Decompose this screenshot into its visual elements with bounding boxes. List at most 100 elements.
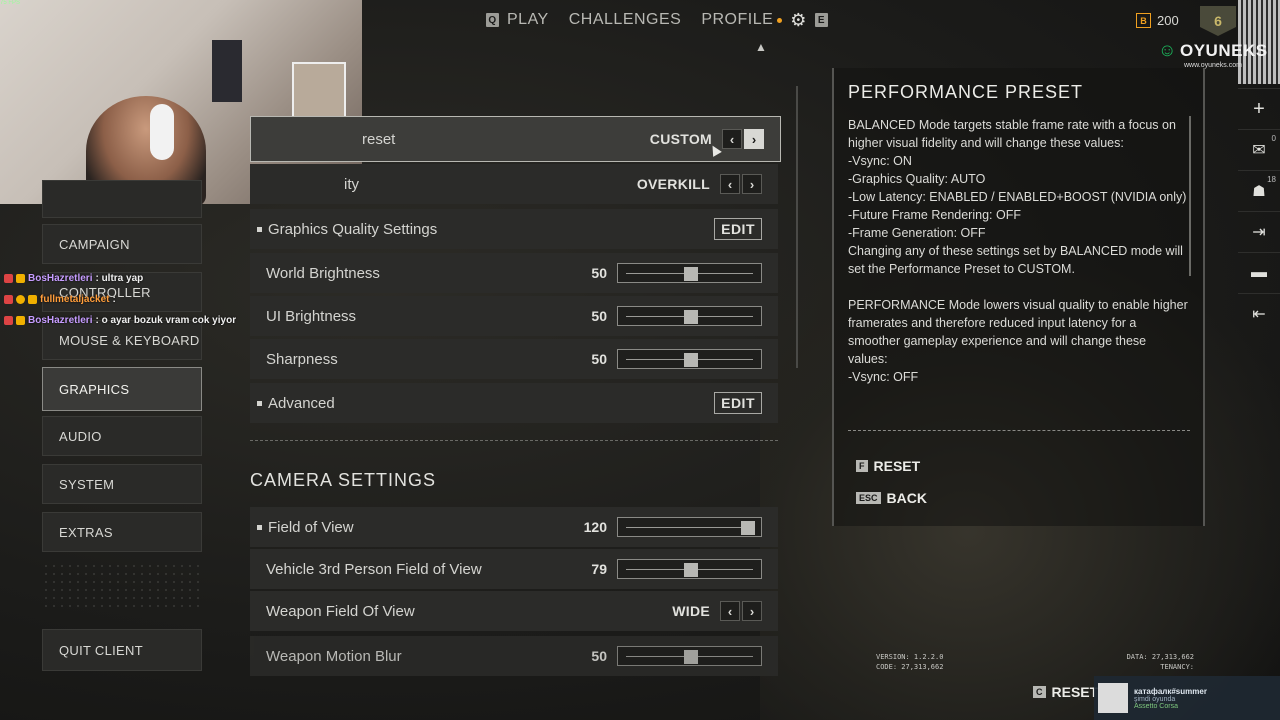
bits-badge-icon — [16, 295, 25, 304]
sub-badge-icon — [16, 316, 25, 325]
plus-icon: + — [1253, 97, 1265, 120]
row-label: UI Brightness — [266, 307, 357, 325]
slider-knob[interactable] — [683, 353, 698, 367]
menu-item-graphics[interactable]: GRAPHICS — [42, 367, 202, 411]
weapon-motion-blur-slider[interactable] — [617, 646, 762, 666]
vehicle-fov-row[interactable]: Vehicle 3rd Person Field of View 79 — [250, 549, 778, 589]
advanced-row[interactable]: Advanced EDIT — [250, 383, 778, 423]
chat-button[interactable]: ▬ — [1238, 252, 1280, 293]
coin-amount: 200 — [1157, 13, 1179, 28]
notification-game: Assetto Corsa — [1134, 702, 1178, 710]
ui-brightness-slider[interactable] — [617, 306, 762, 326]
world-brightness-slider[interactable] — [617, 263, 762, 283]
people-icon: ☗ — [1252, 183, 1266, 200]
section-divider — [250, 440, 778, 441]
chat-line: BosHazretleri : o ayar bozuk vram cok yi… — [4, 310, 236, 331]
menu-item-hidden[interactable] — [42, 180, 202, 218]
row-value: 50 — [591, 308, 607, 324]
reset-label: RESET — [873, 458, 921, 474]
row-label: World Brightness — [266, 264, 380, 282]
slider-knob[interactable] — [683, 563, 698, 577]
weapon-fov-row[interactable]: Weapon Field Of View WIDE ‹ › — [250, 591, 778, 631]
mod-badge-icon — [4, 274, 13, 283]
weapon-motion-blur-row[interactable]: Weapon Motion Blur 50 — [250, 636, 778, 676]
row-label: Weapon Motion Blur — [266, 647, 402, 665]
chat-line: BosHazretleri : ultra yap — [4, 268, 236, 289]
friends-count: 18 — [1267, 175, 1276, 184]
nav-profile[interactable]: PROFILE — [701, 11, 773, 29]
tenancy-text: TENANCY: — [1160, 663, 1194, 671]
row-value: 79 — [591, 561, 607, 577]
graphics-quality-row[interactable]: ity OVERKILL ‹ › — [250, 164, 778, 204]
edit-button[interactable]: EDIT — [714, 392, 762, 414]
menu-item-campaign[interactable]: CAMPAIGN — [42, 224, 202, 264]
field-of-view-slider[interactable] — [617, 517, 762, 537]
performance-preset-row[interactable]: reset CUSTOM ‹ › — [250, 116, 781, 162]
row-value: 50 — [591, 265, 607, 281]
back-key-hint: ESC — [856, 492, 881, 504]
row-label: Field of View — [268, 518, 354, 536]
friend-notification[interactable]: катафалк#summer şimdi oyunda Assetto Cor… — [1094, 676, 1280, 720]
settings-gear-icon[interactable]: ⚙ — [790, 10, 807, 31]
sharpness-row[interactable]: Sharpness 50 — [250, 339, 778, 379]
menu-item-audio[interactable]: AUDIO — [42, 416, 202, 456]
arrow-right-icon: ⇥ — [1252, 224, 1266, 241]
brand-logo: ☺ OYUNEKS — [1158, 40, 1268, 62]
chat-message: : ultra yap — [95, 273, 144, 284]
chat-message: : — [112, 294, 116, 305]
mail-button[interactable]: ✉ 0 — [1238, 129, 1280, 170]
next-arrow-icon[interactable]: › — [742, 174, 762, 194]
headset — [150, 104, 174, 160]
notification-username: катафалк#summer — [1134, 686, 1207, 696]
data-text: DATA: 27,313,662 — [1126, 653, 1194, 661]
currency-display: B 200 — [1136, 13, 1179, 28]
vehicle-fov-slider[interactable] — [617, 559, 762, 579]
slider-knob[interactable] — [683, 310, 698, 324]
login-button[interactable]: ⇥ — [1238, 211, 1280, 252]
friends-button[interactable]: ☗ 18 — [1238, 170, 1280, 211]
nav-play[interactable]: PLAY — [507, 11, 549, 29]
bullet-icon — [257, 400, 262, 406]
next-key-hint: E — [814, 13, 828, 27]
exit-button[interactable]: ⇤ — [1238, 293, 1280, 334]
add-friend-button[interactable]: + — [1238, 88, 1280, 129]
row-value: 50 — [591, 648, 607, 664]
chat-username: BosHazretleri — [28, 273, 93, 284]
graphics-quality-settings-row[interactable]: Graphics Quality Settings EDIT — [250, 209, 778, 249]
field-of-view-row[interactable]: Field of View 120 — [250, 507, 778, 547]
slider-knob[interactable] — [683, 650, 698, 664]
nav-challenges[interactable]: CHALLENGES — [569, 11, 682, 29]
info-panel-scrollbar[interactable] — [1189, 116, 1191, 276]
world-brightness-row[interactable]: World Brightness 50 — [250, 253, 778, 293]
prev-arrow-icon[interactable]: ‹ — [720, 601, 740, 621]
sharpness-slider[interactable] — [617, 349, 762, 369]
menu-item-extras[interactable]: EXTRAS — [42, 512, 202, 552]
edit-button[interactable]: EDIT — [714, 218, 762, 240]
slider-knob[interactable] — [683, 267, 698, 281]
prev-arrow-icon[interactable]: ‹ — [720, 174, 740, 194]
chat-username: fullmetaljacket — [40, 294, 110, 305]
back-action[interactable]: ESC BACK — [856, 490, 927, 506]
info-panel-text: BALANCED Mode targets stable frame rate … — [848, 118, 1188, 384]
info-panel-title: PERFORMANCE PRESET — [848, 82, 1084, 102]
row-label: Sharpness — [266, 350, 338, 368]
reset-action[interactable]: F RESET — [856, 458, 920, 474]
next-arrow-icon[interactable]: › — [744, 129, 764, 149]
settings-scrollbar[interactable] — [796, 86, 798, 368]
info-panel-divider — [848, 430, 1190, 431]
stream-chat: BosHazretleri : ultra yap fullmetaljacke… — [4, 268, 236, 331]
menu-item-system[interactable]: SYSTEM — [42, 464, 202, 504]
brand-name: OYUNEKS — [1180, 41, 1268, 60]
ui-brightness-row[interactable]: UI Brightness 50 — [250, 296, 778, 336]
next-arrow-icon[interactable]: › — [742, 601, 762, 621]
quit-client-button[interactable]: QUIT CLIENT — [42, 629, 202, 671]
slider-knob[interactable] — [741, 521, 755, 535]
right-icon-rail: + ✉ 0 ☗ 18 ⇥ ▬ ⇤ — [1238, 88, 1280, 334]
prev-arrow-icon[interactable]: ‹ — [722, 129, 742, 149]
bottom-reset-action[interactable]: C RESET — [1033, 684, 1098, 700]
version-info: VERSION: 1.2.2.0 CODE: 27,313,662 — [876, 652, 943, 672]
chat-line: fullmetaljacket : — [4, 289, 236, 310]
top-nav: Q PLAY CHALLENGES PROFILE ⚙ E — [486, 8, 828, 32]
row-value: WIDE — [672, 603, 710, 619]
arrow-left-icon: ⇤ — [1252, 306, 1266, 323]
